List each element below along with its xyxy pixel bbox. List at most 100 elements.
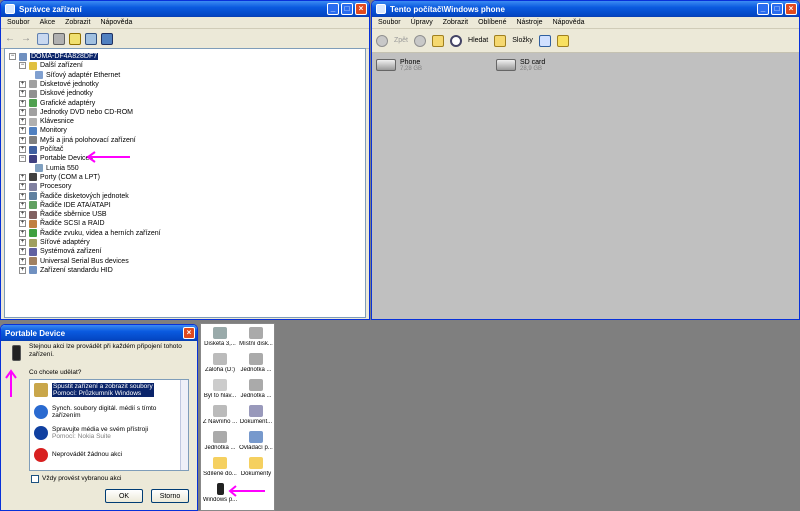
menu-action[interactable]: Akce xyxy=(40,19,56,26)
menu-file[interactable]: Soubor xyxy=(378,19,401,26)
computer-item[interactable]: Jednotka ... xyxy=(201,431,239,451)
expand-toggle-icon[interactable]: + xyxy=(19,201,26,209)
forward-arrow-icon[interactable]: → xyxy=(21,33,33,45)
computer-item[interactable]: Windows p... xyxy=(201,483,239,503)
computer-item[interactable]: Z Navního ... xyxy=(201,405,239,425)
collapse-toggle-icon[interactable]: − xyxy=(19,155,26,163)
minimize-button[interactable]: _ xyxy=(327,3,339,15)
option-nokia-suite[interactable]: Spravujte média ve svém přístroji Pomocí… xyxy=(34,426,182,440)
tree-item[interactable]: + Systémová zařízení xyxy=(19,247,101,256)
menu-view[interactable]: Zobrazit xyxy=(65,19,90,26)
option-sync-media[interactable]: Synch. soubory digitál. médií s tímto za… xyxy=(34,405,182,419)
tree-item[interactable]: Lumia 550 xyxy=(35,164,79,173)
computer-item[interactable]: Jednotka ... xyxy=(237,379,275,399)
tree-item[interactable]: + Počítač xyxy=(19,145,63,154)
collapse-toggle-icon[interactable]: − xyxy=(9,53,16,60)
scan-hardware-icon[interactable] xyxy=(85,32,97,45)
minimize-button[interactable]: _ xyxy=(757,3,769,15)
expand-toggle-icon[interactable]: + xyxy=(19,90,26,98)
up-folder-icon[interactable] xyxy=(432,34,445,47)
tree-item[interactable]: + Řadiče SCSI a RAID xyxy=(19,219,105,228)
folders-icon[interactable] xyxy=(494,34,507,47)
tree-item[interactable]: + Řadiče zvuku, videa a herních zařízení xyxy=(19,229,161,238)
option-open-explorer[interactable]: Spustit zařízení a zobrazit soubory Pomo… xyxy=(34,383,182,397)
back-arrow-icon[interactable]: ← xyxy=(5,33,17,45)
always-checkbox[interactable] xyxy=(31,475,39,483)
menu-help[interactable]: Nápověda xyxy=(100,19,132,26)
tree-item[interactable]: + Řadiče sběrnice USB xyxy=(19,210,107,219)
option-no-action[interactable]: Neprovádět žádnou akci xyxy=(34,448,182,462)
expand-toggle-icon[interactable]: + xyxy=(19,183,26,191)
menu-favorites[interactable]: Oblíbené xyxy=(478,19,506,26)
expand-toggle-icon[interactable]: + xyxy=(19,257,26,265)
drive-sd-card[interactable]: SD card 28,9 GB xyxy=(496,59,545,72)
menu-tools[interactable]: Nástroje xyxy=(516,19,542,26)
tree-item[interactable]: + Řadiče IDE ATA/ATAPI xyxy=(19,201,111,210)
update-driver-icon[interactable] xyxy=(101,32,113,45)
tree-item[interactable]: + Řadiče disketových jednotek xyxy=(19,192,129,201)
close-button[interactable]: × xyxy=(785,3,797,15)
expand-toggle-icon[interactable]: + xyxy=(19,146,26,153)
device-manager-titlebar[interactable]: Správce zařízení _ □ × xyxy=(1,1,369,17)
expand-toggle-icon[interactable]: + xyxy=(19,108,26,116)
tree-item[interactable]: − Portable Devices xyxy=(19,154,93,163)
back-button-label[interactable]: Zpět xyxy=(394,37,408,44)
tree-item[interactable]: + Monitory xyxy=(19,126,67,135)
tree-item[interactable]: + Procesory xyxy=(19,182,72,191)
expand-toggle-icon[interactable]: + xyxy=(19,229,26,237)
expand-toggle-icon[interactable]: + xyxy=(19,239,26,246)
folder-options-icon[interactable] xyxy=(556,34,569,47)
expand-toggle-icon[interactable]: + xyxy=(19,220,26,228)
expand-toggle-icon[interactable]: + xyxy=(19,173,26,181)
expand-toggle-icon[interactable]: + xyxy=(19,127,26,135)
help-icon[interactable] xyxy=(69,32,81,45)
expand-toggle-icon[interactable]: + xyxy=(19,248,26,256)
expand-toggle-icon[interactable]: + xyxy=(19,266,26,274)
search-button-label[interactable]: Hledat xyxy=(468,37,488,44)
expand-toggle-icon[interactable]: + xyxy=(19,118,26,126)
tree-item[interactable]: + Disketové jednotky xyxy=(19,80,99,89)
expand-toggle-icon[interactable]: + xyxy=(19,99,26,107)
menu-edit[interactable]: Úpravy xyxy=(411,19,433,26)
expand-toggle-icon[interactable]: + xyxy=(19,211,26,219)
tree-item[interactable]: + Porty (COM a LPT) xyxy=(19,173,100,182)
maximize-button[interactable]: □ xyxy=(771,3,783,15)
back-circle-icon[interactable] xyxy=(376,34,388,47)
tree-item[interactable]: + Myši a jiná polohovací zařízení xyxy=(19,136,136,145)
tree-item[interactable]: + Zařízení standardu HID xyxy=(19,266,113,275)
search-icon[interactable] xyxy=(450,34,463,47)
tree-item[interactable]: − DOMA-DF4A828DF7 xyxy=(9,52,99,61)
computer-item[interactable]: Ovládací p... xyxy=(237,431,275,451)
tree-item[interactable]: + Klávesnice xyxy=(19,117,74,126)
menu-file[interactable]: Soubor xyxy=(7,19,30,26)
expand-toggle-icon[interactable]: + xyxy=(19,80,26,88)
forward-circle-icon[interactable] xyxy=(414,34,427,47)
list-scrollbar[interactable] xyxy=(180,380,188,470)
close-button[interactable]: × xyxy=(355,3,367,15)
expand-toggle-icon[interactable]: + xyxy=(19,192,26,200)
folders-button-label[interactable]: Složky xyxy=(512,37,533,44)
properties-icon[interactable] xyxy=(37,32,49,45)
tree-item[interactable]: + Jednotky DVD nebo CD-ROM xyxy=(19,108,133,117)
menu-view[interactable]: Zobrazit xyxy=(443,19,468,26)
tree-item[interactable]: + Grafické adaptéry xyxy=(19,99,95,108)
tree-item[interactable]: Síťový adaptér Ethernet xyxy=(35,71,120,80)
views-icon[interactable] xyxy=(538,34,551,47)
drive-phone[interactable]: Phone 7,28 GB xyxy=(376,59,422,72)
tree-item[interactable]: − Další zařízení xyxy=(19,61,83,70)
close-button[interactable]: × xyxy=(183,327,195,339)
computer-item[interactable]: Záloha (D:) xyxy=(201,353,239,373)
computer-item[interactable]: Disketa 3,... xyxy=(201,327,239,347)
computer-item[interactable]: Sdílené do... xyxy=(201,457,239,477)
maximize-button[interactable]: □ xyxy=(341,3,353,15)
tree-item[interactable]: + Síťové adaptéry xyxy=(19,238,90,247)
menu-help[interactable]: Nápověda xyxy=(553,19,585,26)
dialog-titlebar[interactable]: Portable Device × xyxy=(1,325,197,341)
computer-item[interactable]: Byl to hlav... xyxy=(201,379,239,399)
tree-item[interactable]: + Diskové jednotky xyxy=(19,89,93,98)
explorer-titlebar[interactable]: Tento počítač\Windows phone _ □ × xyxy=(372,1,799,17)
collapse-toggle-icon[interactable]: − xyxy=(19,62,26,70)
print-icon[interactable] xyxy=(53,32,65,45)
computer-item[interactable]: Dokumenty xyxy=(237,457,275,477)
tree-item[interactable]: + Universal Serial Bus devices xyxy=(19,257,129,266)
